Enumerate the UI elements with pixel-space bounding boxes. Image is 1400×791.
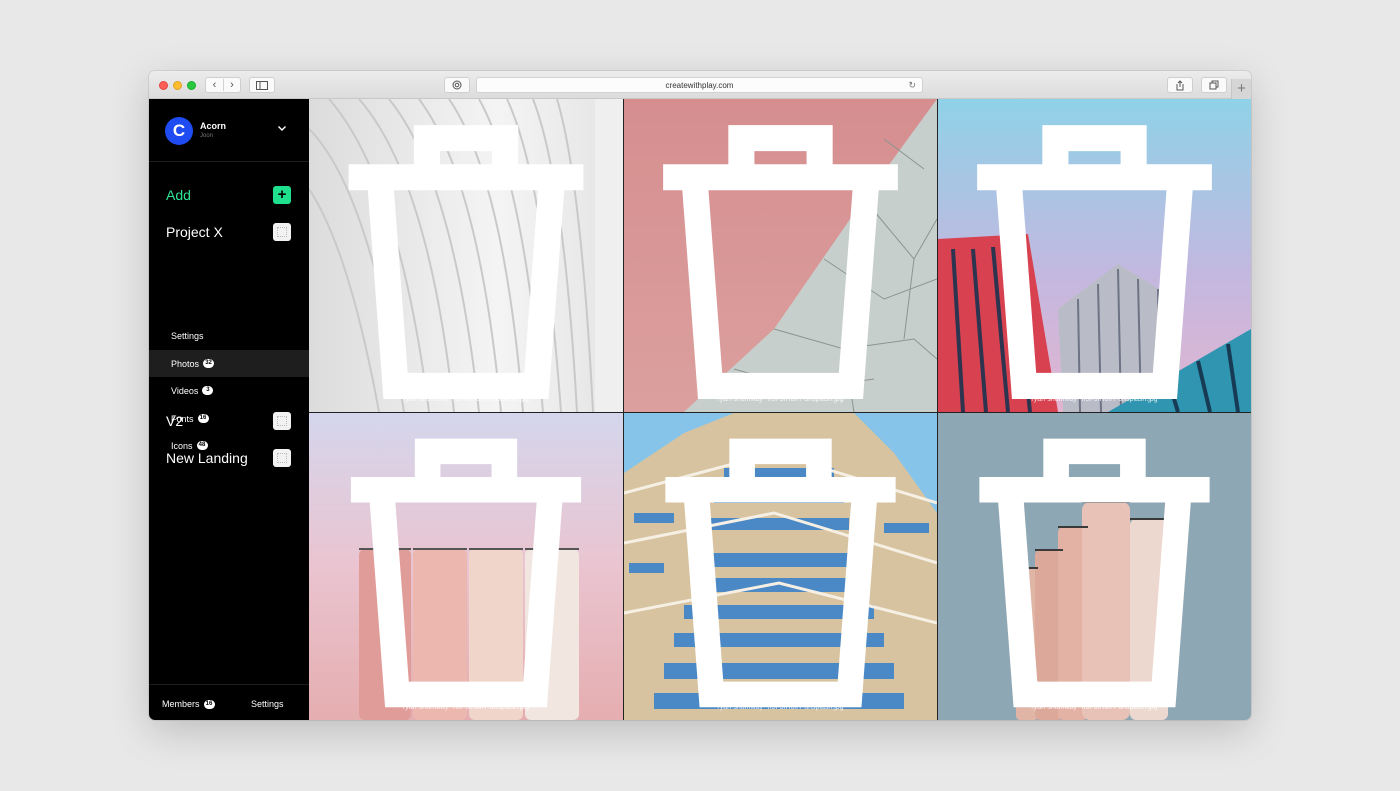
members-count-badge: 16: [203, 699, 215, 709]
browser-toolbar: ‹ › createwithplay.com ↻ +: [149, 71, 1251, 99]
trash-icon[interactable]: [624, 99, 937, 412]
subitem-label: Photos: [171, 358, 200, 369]
chevron-down-icon[interactable]: [277, 123, 287, 133]
photo-card[interactable]: ryan-shumway--n5F3fH0lIY-unsplash.jpg: [938, 99, 1251, 412]
sidebar-item-new-landing[interactable]: New Landing: [166, 448, 291, 468]
grid-divider: [937, 99, 938, 720]
sidebar-subitem-photos[interactable]: Photos 32: [149, 350, 309, 377]
new-tab-button[interactable]: +: [1231, 79, 1251, 99]
add-icon[interactable]: +: [273, 186, 291, 204]
sidebar-icon: [256, 80, 268, 90]
sidebar-toggle-button[interactable]: [249, 77, 275, 93]
trash-icon[interactable]: [938, 99, 1251, 412]
tab-overview-button[interactable]: [1201, 77, 1227, 93]
avatar: C: [165, 117, 193, 145]
trash-icon[interactable]: [938, 413, 1251, 720]
trash-icon[interactable]: [624, 413, 937, 720]
back-button[interactable]: ‹: [206, 79, 223, 91]
count-badge: 32: [203, 359, 215, 368]
photo-gallery: ryan-shumway--n5F3fH0lIY-unsplash.jpg ry…: [309, 99, 1251, 720]
subitem-label: Videos: [171, 385, 199, 396]
photo-card[interactable]: ryan-shumway--n5F3fH0lIY-unsplash.jpg: [309, 413, 623, 720]
minimize-window-button[interactable]: [173, 81, 182, 90]
photo-card[interactable]: ryan-shumway--n5F3fH0lIY-unsplash.jpg: [624, 99, 937, 412]
privacy-shield-icon: [452, 80, 462, 90]
project-label: V2: [166, 413, 184, 429]
photo-card[interactable]: ryan-shumway--n5F3fH0lIY-unsplash.jpg: [938, 413, 1251, 720]
forward-button[interactable]: ›: [222, 79, 240, 91]
account-switcher[interactable]: C Acorn Joon: [149, 99, 309, 162]
share-icon: [1176, 79, 1184, 90]
project-grid-icon[interactable]: [273, 412, 291, 430]
trash-icon[interactable]: [309, 413, 623, 720]
trash-icon[interactable]: [309, 99, 623, 412]
photo-card[interactable]: ryan-shumway--n5F3fH0lIY-unsplash.jpg: [309, 99, 623, 412]
browser-window: ‹ › createwithplay.com ↻ + C Acorn Joon …: [149, 71, 1251, 720]
project-grid-icon[interactable]: [273, 449, 291, 467]
sidebar-item-project-x[interactable]: Project X: [166, 222, 291, 242]
sidebar-subitem-settings[interactable]: Settings: [149, 322, 309, 349]
history-nav: ‹ ›: [205, 77, 241, 93]
project-grid-icon[interactable]: [273, 223, 291, 241]
footer-settings-link[interactable]: Settings: [251, 699, 284, 709]
grid-divider: [623, 99, 624, 720]
sidebar-footer: Members 16 Settings: [149, 684, 309, 720]
add-row[interactable]: Add +: [166, 185, 291, 205]
reload-icon[interactable]: ↻: [908, 78, 916, 93]
sidebar-item-v2[interactable]: V2: [166, 411, 291, 431]
tabs-icon: [1209, 80, 1219, 90]
zoom-window-button[interactable]: [187, 81, 196, 90]
grid-divider: [309, 412, 1251, 413]
sidebar: C Acorn Joon Add + Project X Settings Ph…: [149, 99, 309, 720]
add-label: Add: [166, 187, 191, 203]
subitem-label: Settings: [171, 330, 204, 341]
privacy-report-button[interactable]: [444, 77, 470, 93]
photo-card[interactable]: ryan-shumway--n5F3fH0lIY-unsplash.jpg: [624, 413, 937, 720]
members-link[interactable]: Members 16: [162, 699, 215, 709]
account-user: Joon: [200, 133, 214, 139]
account-name: Acorn: [200, 121, 227, 131]
members-label: Members: [162, 699, 200, 709]
project-label: Project X: [166, 224, 223, 240]
share-button[interactable]: [1167, 77, 1193, 93]
close-window-button[interactable]: [159, 81, 168, 90]
sidebar-subitem-videos[interactable]: Videos 3: [149, 377, 309, 404]
project-label: New Landing: [166, 450, 248, 466]
url-text: createwithplay.com: [665, 81, 734, 90]
address-bar[interactable]: createwithplay.com ↻: [476, 77, 923, 93]
count-badge: 3: [202, 386, 214, 395]
